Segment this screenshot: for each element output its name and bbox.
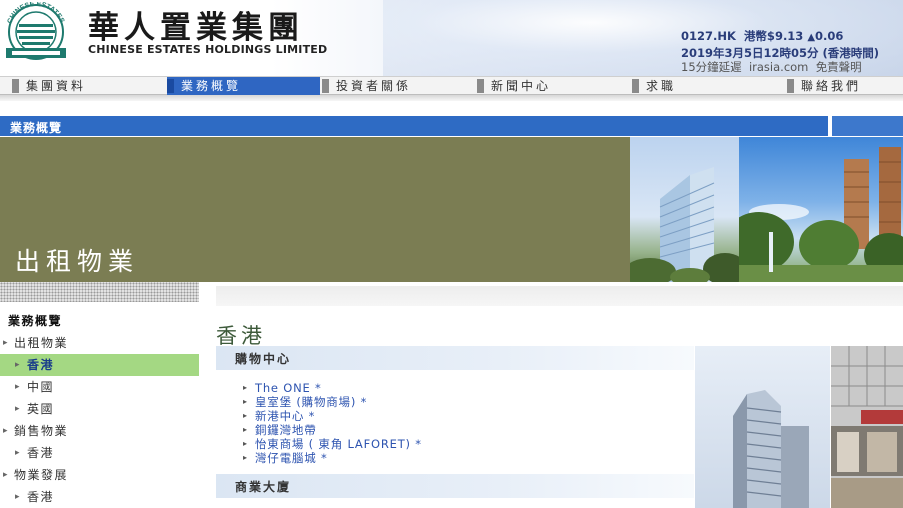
section-title-bar: 業務概覽 bbox=[0, 116, 903, 136]
category-bar-commercial-buildings: 商業大廈 bbox=[216, 474, 694, 498]
triangle-right-icon: ▸ bbox=[3, 470, 10, 480]
sidebar-item-label: 出租物業 bbox=[14, 336, 69, 350]
nav-item-label: 聯絡我們 bbox=[801, 79, 862, 93]
banner-photo-residential-tower bbox=[630, 137, 739, 282]
triangle-right-icon: ▸ bbox=[243, 439, 248, 448]
list-item-link[interactable]: 灣仔電腦城 * bbox=[255, 451, 328, 465]
sidebar-item-label: 中國 bbox=[27, 380, 55, 394]
sidebar-item-label: 香港 bbox=[27, 490, 55, 504]
banner-photo-garden-towers bbox=[739, 137, 903, 282]
stock-quote-line: 0127.HK 港幣$9.13 ▲0.06 bbox=[681, 29, 879, 46]
section-title: 業務概覽 bbox=[10, 121, 63, 135]
sidebar-item-rental-hong-kong[interactable]: ▸ 香港 bbox=[0, 354, 199, 376]
section-bar-endcap bbox=[828, 116, 903, 136]
list-item-link[interactable]: 新港中心 * bbox=[255, 409, 315, 423]
main-navigation: 集團資料 業務概覽 投資者關係 新聞中心 求職 聯絡我們 bbox=[0, 76, 903, 95]
stock-code: 0127.HK bbox=[681, 29, 736, 43]
nav-item-label: 集團資料 bbox=[26, 79, 87, 93]
sidebar-item-rental-properties[interactable]: ▸ 出租物業 bbox=[0, 332, 199, 354]
nav-item-business-overview[interactable]: 業務概覽 bbox=[167, 77, 320, 95]
nav-item-investor-relations[interactable]: 投資者關係 bbox=[322, 77, 475, 95]
triangle-right-icon: ▸ bbox=[243, 383, 248, 392]
list-item[interactable]: ▸ 新港中心 * bbox=[243, 409, 422, 423]
nav-item-contact-us[interactable]: 聯絡我們 bbox=[787, 77, 903, 95]
stock-datetime: 2019年3月5日12時05分 (香港時間) bbox=[681, 45, 880, 60]
sidebar-item-business-overview[interactable]: 業務概覽 bbox=[0, 310, 199, 332]
category-label: 購物中心 bbox=[235, 352, 292, 366]
triangle-right-icon: ▸ bbox=[15, 404, 22, 414]
nav-item-group-info[interactable]: 集團資料 bbox=[12, 77, 164, 95]
triangle-right-icon: ▸ bbox=[15, 360, 22, 370]
content-top-divider bbox=[216, 286, 903, 306]
up-arrow-icon: ▲ bbox=[807, 32, 816, 43]
triangle-right-icon: ▸ bbox=[15, 382, 22, 392]
category-bar-shopping-centres: 購物中心 bbox=[216, 346, 694, 370]
the-one-building-image bbox=[733, 390, 809, 508]
sidebar-item-property-development[interactable]: ▸ 物業發展 bbox=[0, 464, 199, 486]
nav-item-news-centre[interactable]: 新聞中心 bbox=[477, 77, 630, 95]
garden-towers-image bbox=[739, 147, 903, 282]
banner-title: 出租物業 bbox=[15, 247, 140, 276]
nav-item-label: 業務概覽 bbox=[181, 79, 242, 93]
list-item[interactable]: ▸ 皇室堡 (購物商場) * bbox=[243, 395, 422, 409]
triangle-right-icon: ▸ bbox=[15, 448, 22, 458]
sidebar-item-sales-properties[interactable]: ▸ 銷售物業 bbox=[0, 420, 199, 442]
nav-item-label: 新聞中心 bbox=[491, 79, 552, 93]
mall-entrance-image bbox=[831, 346, 903, 508]
brand-name-chinese: 華人置業集團 bbox=[88, 10, 304, 46]
triangle-right-icon: ▸ bbox=[243, 411, 248, 420]
property-photo-the-one bbox=[695, 346, 830, 508]
list-item[interactable]: ▸ 灣仔電腦城 * bbox=[243, 451, 422, 465]
sidebar-item-label: 業務概覽 bbox=[8, 314, 63, 328]
sidebar-dotted-divider bbox=[0, 282, 199, 302]
list-item[interactable]: ▸ 怡東商場 ( 東角 LAFORET) * bbox=[243, 437, 422, 451]
sidebar-item-rental-china[interactable]: ▸ 中國 bbox=[0, 376, 199, 398]
nav-shadow-divider bbox=[0, 95, 903, 101]
property-photo-mall-entrance bbox=[831, 346, 903, 508]
sidebar-item-label: 銷售物業 bbox=[14, 424, 69, 438]
list-item-link[interactable]: 皇室堡 (購物商場) * bbox=[255, 395, 367, 409]
stock-change: 0.06 bbox=[815, 29, 844, 43]
sidebar-item-label: 香港 bbox=[27, 358, 55, 372]
residential-tower-image bbox=[630, 167, 739, 282]
sidebar-item-label: 香港 bbox=[27, 446, 55, 460]
nav-item-label: 投資者關係 bbox=[336, 79, 412, 93]
stock-quote: 0127.HK 港幣$9.13 ▲0.06 2019年3月5日12時05分 (香… bbox=[681, 29, 879, 75]
company-logo-icon[interactable]: CHINESE ESTATES bbox=[2, 2, 70, 60]
triangle-right-icon: ▸ bbox=[243, 397, 248, 406]
list-item[interactable]: ▸ The ONE * bbox=[243, 381, 422, 395]
triangle-right-icon: ▸ bbox=[243, 425, 248, 434]
stock-provider-link[interactable]: irasia.com bbox=[749, 60, 808, 74]
sidebar-menu: 業務概覽 ▸ 出租物業 ▸ 香港 ▸ 中國 ▸ 英國 ▸ 銷售物業 ▸ 香港 ▸ 物業發展 ▸… bbox=[0, 310, 199, 508]
header: CHINESE ESTATES 華人置業集團 CHINESE ESTATES H… bbox=[0, 0, 903, 76]
disclaimer-link[interactable]: 免責聲明 bbox=[816, 60, 862, 74]
sidebar-item-label: 物業發展 bbox=[14, 468, 69, 482]
sidebar-item-label: 英國 bbox=[27, 402, 55, 416]
sidebar-item-development-hong-kong[interactable]: ▸ 香港 bbox=[0, 486, 199, 508]
sidebar-item-sales-hong-kong[interactable]: ▸ 香港 bbox=[0, 442, 199, 464]
nav-item-label: 求職 bbox=[646, 79, 677, 93]
triangle-right-icon: ▸ bbox=[243, 453, 248, 462]
triangle-right-icon: ▸ bbox=[3, 426, 10, 436]
stock-footnote: 15分鐘延遲 irasia.com 免責聲明 bbox=[681, 60, 879, 75]
list-item[interactable]: ▸ 銅鑼灣地帶 bbox=[243, 423, 422, 437]
sidebar-item-rental-uk[interactable]: ▸ 英國 bbox=[0, 398, 199, 420]
stock-price: 港幣$9.13 bbox=[743, 29, 804, 43]
nav-item-careers[interactable]: 求職 bbox=[632, 77, 785, 95]
category-label: 商業大廈 bbox=[235, 480, 292, 494]
list-item-link[interactable]: The ONE * bbox=[255, 381, 322, 395]
triangle-right-icon: ▸ bbox=[3, 338, 10, 348]
brand-name-english: CHINESE ESTATES HOLDINGS LIMITED bbox=[88, 43, 328, 56]
triangle-right-icon: ▸ bbox=[15, 492, 22, 502]
banner: 出租物業 bbox=[0, 137, 630, 282]
stock-delay-note: 15分鐘延遲 bbox=[681, 60, 742, 74]
shopping-centre-list: ▸ The ONE * ▸ 皇室堡 (購物商場) * ▸ 新港中心 * ▸ 銅鑼灣地帶 … bbox=[243, 381, 422, 465]
list-item-link[interactable]: 怡東商場 ( 東角 LAFORET) * bbox=[255, 437, 422, 451]
list-item-link[interactable]: 銅鑼灣地帶 bbox=[255, 423, 317, 437]
